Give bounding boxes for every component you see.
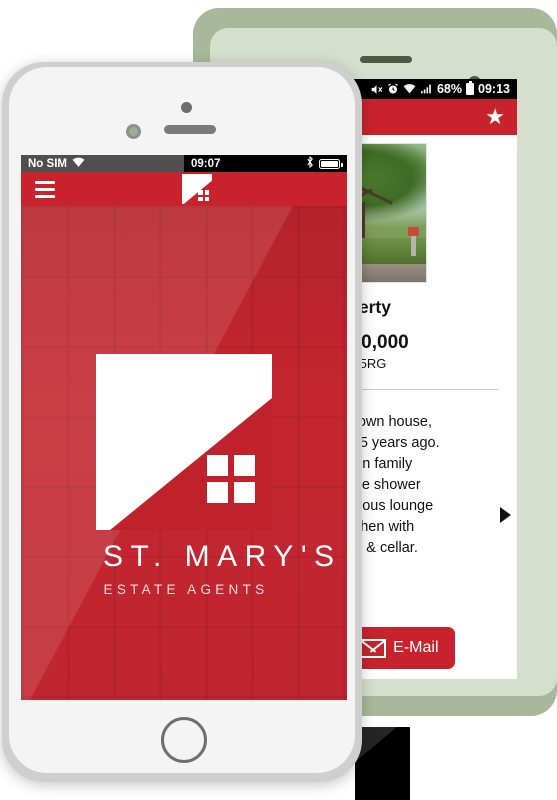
photo-street-sign [408, 227, 419, 256]
ios-clock: 09:07 [191, 157, 221, 170]
envelope-icon [360, 638, 387, 658]
mute-icon [370, 83, 383, 96]
battery-icon [319, 158, 343, 169]
iphone-front-camera [181, 102, 192, 113]
ios-status-bar: No SIM 09:07 [21, 155, 347, 172]
email-label: E-Mail [393, 639, 439, 656]
alarm-icon [387, 83, 399, 95]
carrier-label: No SIM [28, 157, 67, 170]
screenshot-stage: 68% 09:13 d Property ★ Property ric [0, 0, 557, 800]
splash-screen: ST. MARY'S ESTATE AGENTS [21, 206, 347, 700]
house-logo-icon [182, 174, 212, 204]
iphone-bezel: No SIM 09:07 ST. MARY'S ESTATE AGENTS [9, 67, 355, 773]
st-marys-house-logo [96, 354, 272, 530]
android-clock: 09:13 [478, 82, 510, 96]
iphone-device: No SIM 09:07 ST. MARY'S ESTATE AGENTS [2, 62, 362, 782]
wifi-icon [72, 157, 85, 170]
battery-percent-label: 68% [436, 82, 463, 96]
android-earpiece-speaker [360, 56, 412, 63]
ios-status-right: 09:07 [184, 155, 347, 172]
app-nav-bar [21, 172, 347, 206]
next-arrow-icon[interactable] [500, 507, 511, 523]
battery-icon [466, 81, 475, 95]
iphone-proximity-sensor [126, 124, 141, 139]
brand-name: ST. MARY'S [103, 540, 342, 573]
star-icon[interactable]: ★ [485, 106, 505, 128]
ios-status-left: No SIM [21, 155, 184, 172]
brand-logo-block: ST. MARY'S ESTATE AGENTS [96, 354, 342, 597]
brand-tagline: ESTATE AGENTS [103, 582, 269, 597]
android-device-shadow-tab [355, 727, 410, 800]
signal-icon [420, 83, 433, 95]
home-button[interactable] [161, 717, 207, 763]
iphone-screen: No SIM 09:07 ST. MARY'S ESTATE AGENTS [21, 155, 347, 700]
bluetooth-icon [306, 155, 314, 171]
window-panes-icon [207, 455, 255, 503]
hamburger-menu-icon[interactable] [35, 180, 55, 198]
iphone-earpiece-speaker [164, 125, 216, 134]
wifi-icon [403, 83, 416, 95]
